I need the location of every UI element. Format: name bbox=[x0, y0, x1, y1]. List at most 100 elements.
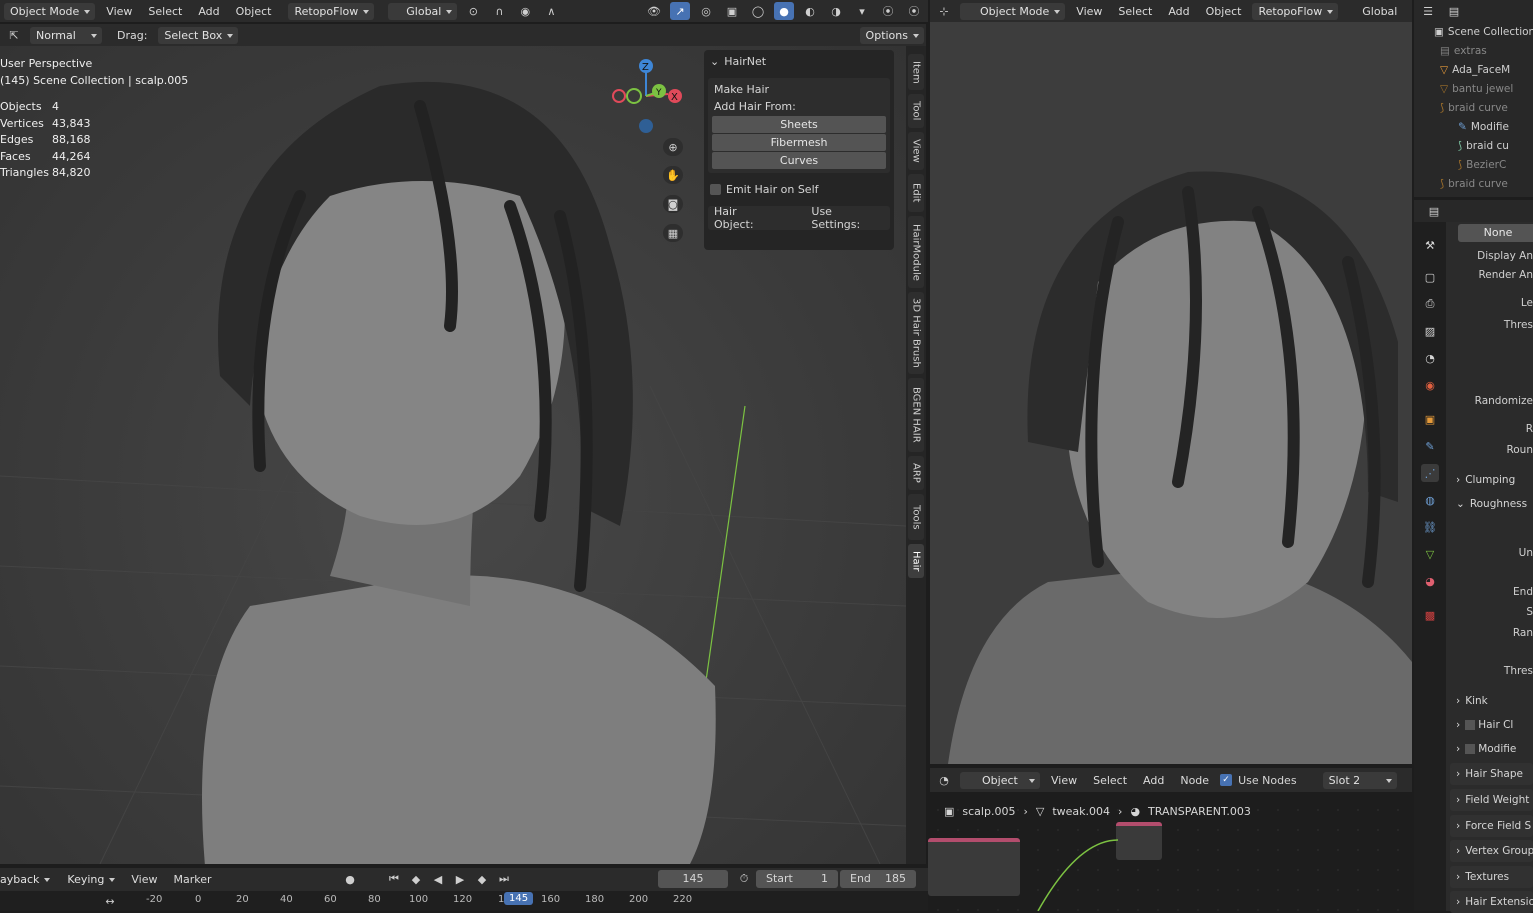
snap-icon[interactable]: ∩ bbox=[489, 2, 509, 20]
overlay-toggle-icon[interactable]: ◎ bbox=[696, 2, 716, 20]
object-props-icon[interactable]: ▣ bbox=[1421, 410, 1439, 428]
outliner-row[interactable]: ✎ Modifie bbox=[1428, 117, 1533, 136]
tool-icon[interactable]: ⚒ bbox=[1421, 236, 1439, 254]
record-icon[interactable]: ⦿ bbox=[878, 2, 898, 20]
checkbox[interactable] bbox=[1465, 720, 1476, 730]
current-frame-field[interactable]: 145 bbox=[658, 870, 728, 888]
options-dropdown[interactable]: Options bbox=[859, 26, 924, 44]
zoom-icon[interactable]: ⊕ bbox=[663, 138, 683, 156]
right-menu-add[interactable]: Add bbox=[1163, 3, 1194, 20]
solid-shading-icon[interactable]: ● bbox=[774, 2, 794, 20]
use-nodes-checkbox[interactable]: ✓ bbox=[1220, 774, 1233, 786]
right-orientation[interactable]: Global bbox=[1344, 3, 1402, 20]
area-divider[interactable] bbox=[926, 22, 930, 764]
scroll-arrows-icon[interactable]: ↔ bbox=[100, 892, 120, 910]
node-editor-type-icon[interactable]: ◔ bbox=[934, 771, 954, 789]
play-reverse-icon[interactable]: ◀ bbox=[428, 870, 448, 888]
breadcrumb-object[interactable]: scalp.005 bbox=[962, 805, 1015, 818]
tab-item[interactable]: Item bbox=[908, 54, 924, 90]
pan-hand-icon[interactable]: ✋ bbox=[663, 166, 683, 184]
keying-dropdown[interactable]: Keying bbox=[61, 871, 120, 888]
visibility-icon[interactable]: 👁 bbox=[644, 2, 664, 20]
particles-props-icon[interactable]: ⋰ bbox=[1421, 464, 1439, 482]
physics-icon[interactable]: ◍ bbox=[1421, 491, 1439, 509]
properties-type-icon[interactable]: ▤ bbox=[1424, 202, 1444, 220]
tab-arp[interactable]: ARP bbox=[908, 456, 924, 490]
section-kink[interactable]: › Kink bbox=[1450, 690, 1533, 712]
pivot-icon[interactable]: ⊙ bbox=[463, 2, 483, 20]
outliner-row[interactable]: ⟆ BezierC bbox=[1428, 155, 1533, 174]
breadcrumb-particles[interactable]: tweak.004 bbox=[1052, 805, 1110, 818]
camera-icon[interactable]: ◙ bbox=[663, 195, 683, 213]
right-menu-view[interactable]: View bbox=[1071, 3, 1107, 20]
sheets-button[interactable]: Sheets bbox=[712, 116, 886, 133]
tab-tool[interactable]: Tool bbox=[908, 94, 924, 128]
tab-edit[interactable]: Edit bbox=[908, 174, 924, 212]
proportional-edit-icon[interactable]: ◉ bbox=[515, 2, 535, 20]
start-frame-field[interactable]: Start 1 bbox=[756, 870, 838, 888]
node-menu-view[interactable]: View bbox=[1046, 772, 1082, 789]
emit-hair-checkbox[interactable] bbox=[710, 184, 721, 195]
play-icon[interactable]: ▶ bbox=[450, 870, 470, 888]
material-shading-icon[interactable]: ◐ bbox=[800, 2, 820, 20]
menu-select[interactable]: Select bbox=[143, 3, 187, 20]
tab-view[interactable]: View bbox=[908, 132, 924, 170]
timeline-menu-view[interactable]: View bbox=[126, 871, 162, 888]
rendered-shading-icon[interactable]: ◑ bbox=[826, 2, 846, 20]
outliner-row[interactable]: ▣ Scene Collection bbox=[1428, 22, 1533, 41]
record-2-icon[interactable]: ⦿ bbox=[904, 2, 924, 20]
section-hair-extension[interactable]: › Hair Extensio bbox=[1450, 891, 1533, 913]
retopoflow-dropdown[interactable]: RetopoFlow bbox=[288, 2, 375, 20]
texture-icon[interactable]: ▩ bbox=[1421, 606, 1439, 624]
outliner-row[interactable]: ⟆ braid cu bbox=[1428, 136, 1533, 155]
transform-orientation-dropdown[interactable]: Global bbox=[388, 2, 458, 20]
data-icon[interactable]: ▽ bbox=[1421, 545, 1439, 563]
outliner-row[interactable]: ⟆ braid curve bbox=[1428, 174, 1533, 193]
right-3d-viewport[interactable] bbox=[928, 22, 1412, 764]
fibermesh-button[interactable]: Fibermesh bbox=[712, 134, 886, 151]
wireframe-shading-icon[interactable]: ◯ bbox=[748, 2, 768, 20]
menu-view[interactable]: View bbox=[101, 3, 137, 20]
section-force-field[interactable]: › Force Field S bbox=[1450, 815, 1533, 837]
section-clumping[interactable]: › Clumping bbox=[1450, 469, 1533, 491]
tab-hair[interactable]: Hair bbox=[908, 544, 924, 578]
tab-3d-hair-brush[interactable]: 3D Hair Brush bbox=[908, 292, 924, 374]
gizmo-toggle-icon[interactable]: ↗ bbox=[670, 2, 690, 20]
scene-icon[interactable]: ◔ bbox=[1421, 349, 1439, 367]
timeline-menu-marker[interactable]: Marker bbox=[168, 871, 216, 888]
output-icon[interactable]: ⎙ bbox=[1421, 295, 1439, 313]
emit-hair-row[interactable]: Emit Hair on Self bbox=[704, 179, 894, 200]
prev-key-icon[interactable]: ◆ bbox=[406, 870, 426, 888]
editor-type-icon[interactable]: ⊹ bbox=[934, 2, 954, 20]
menu-add[interactable]: Add bbox=[193, 3, 224, 20]
none-field[interactable]: None bbox=[1458, 224, 1533, 242]
node-menu-node[interactable]: Node bbox=[1175, 772, 1214, 789]
end-frame-field[interactable]: End 185 bbox=[840, 870, 916, 888]
shading-options-icon[interactable]: ▾ bbox=[852, 2, 872, 20]
next-key-icon[interactable]: ◆ bbox=[472, 870, 492, 888]
view-layer-icon[interactable]: ▨ bbox=[1421, 322, 1439, 340]
falloff-icon[interactable]: ∧ bbox=[541, 2, 561, 20]
navigation-gizmo[interactable]: Z Y X bbox=[606, 54, 686, 136]
constraints-icon[interactable]: ⛓ bbox=[1421, 518, 1439, 536]
xray-icon[interactable]: ▣ bbox=[722, 2, 742, 20]
tab-hairmodule[interactable]: HairModule bbox=[908, 216, 924, 288]
drag-dropdown[interactable]: Select Box bbox=[158, 26, 239, 44]
right-retopoflow-dropdown[interactable]: RetopoFlow bbox=[1252, 2, 1339, 20]
mode-dropdown[interactable]: Object Mode bbox=[4, 2, 96, 20]
section-hair-shape[interactable]: › Hair Shape bbox=[1450, 763, 1533, 785]
brush-dropdown[interactable]: Normal bbox=[30, 26, 102, 44]
checkbox[interactable] bbox=[1465, 744, 1476, 754]
section-textures[interactable]: › Textures bbox=[1450, 866, 1533, 888]
section-roughness[interactable]: ⌄ Roughness bbox=[1450, 493, 1533, 515]
section-modifier[interactable]: › Modifie bbox=[1450, 738, 1533, 760]
slot-dropdown[interactable]: Slot 2 bbox=[1322, 771, 1397, 789]
node-menu-add[interactable]: Add bbox=[1138, 772, 1169, 789]
right-menu-object[interactable]: Object bbox=[1201, 3, 1247, 20]
breadcrumb-material[interactable]: TRANSPARENT.003 bbox=[1148, 805, 1251, 818]
node-menu-select[interactable]: Select bbox=[1088, 772, 1132, 789]
auto-key-icon[interactable]: ● bbox=[340, 870, 360, 888]
display-mode-icon[interactable]: ▤ bbox=[1444, 2, 1464, 20]
playhead-frame[interactable]: 145 bbox=[504, 892, 534, 905]
hairnet-panel-header[interactable]: ⌄ HairNet bbox=[704, 50, 894, 72]
